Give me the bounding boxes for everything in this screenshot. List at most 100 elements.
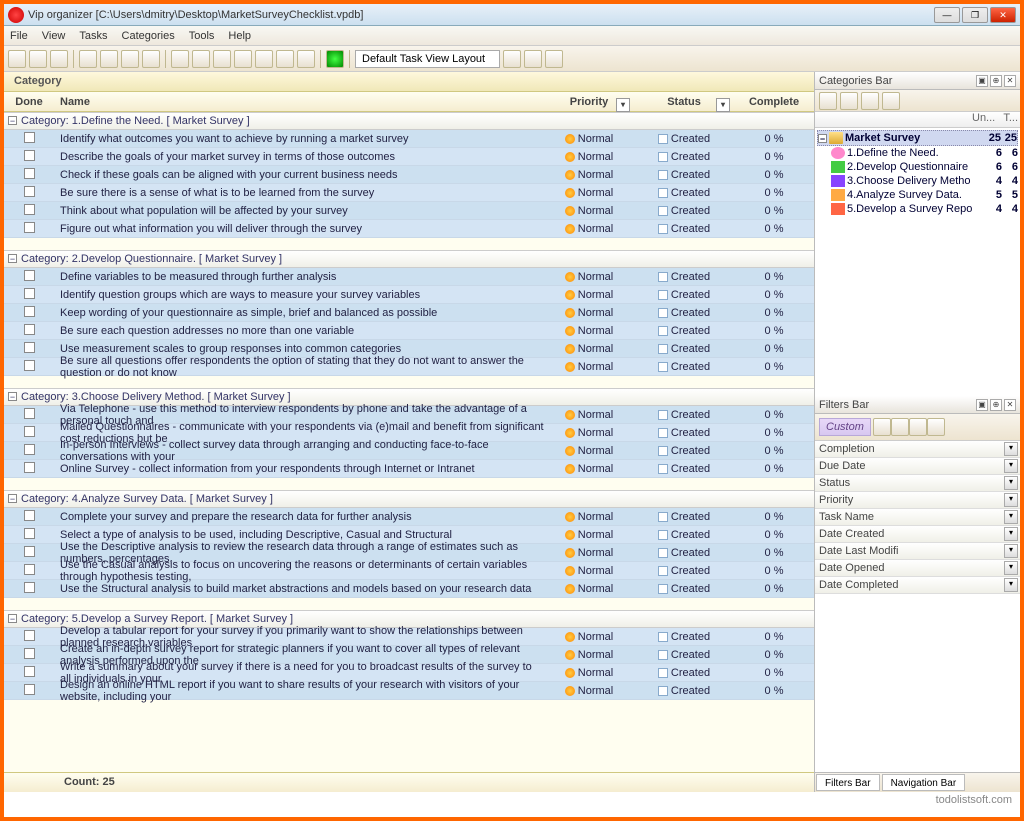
task-row[interactable]: Complete your survey and prepare the res… [4, 508, 814, 526]
checkbox[interactable] [24, 306, 35, 317]
checkbox[interactable] [24, 288, 35, 299]
col-status[interactable]: Status▾ [634, 96, 734, 108]
task-row[interactable]: In-person Interviews - collect survey da… [4, 442, 814, 460]
checkbox[interactable] [24, 582, 35, 593]
dropdown-icon[interactable]: ▾ [716, 98, 730, 112]
checkbox[interactable] [24, 324, 35, 335]
checkbox[interactable] [24, 222, 35, 233]
dropdown-icon[interactable]: ▾ [616, 98, 630, 112]
toolbar-button[interactable] [524, 50, 542, 68]
toolbar-button[interactable] [255, 50, 273, 68]
menu-tasks[interactable]: Tasks [79, 30, 107, 42]
task-row[interactable]: Describe the goals of your market survey… [4, 148, 814, 166]
toolbar-button[interactable] [171, 50, 189, 68]
filter-row[interactable]: Date Opened▾ [815, 560, 1020, 577]
toolbar-button[interactable] [545, 50, 563, 68]
toolbar-button[interactable] [503, 50, 521, 68]
panel-toolbar-button[interactable] [840, 92, 858, 110]
task-row[interactable]: Design an online HTML report if you want… [4, 682, 814, 700]
tree-item[interactable]: 5.Develop a Survey Repo44 [817, 202, 1018, 216]
panel-pin-icon[interactable]: ⊕ [990, 399, 1002, 411]
panel-toolbar-button[interactable] [819, 92, 837, 110]
task-row[interactable]: Check if these goals can be aligned with… [4, 166, 814, 184]
filter-row[interactable]: Task Name▾ [815, 509, 1020, 526]
task-row[interactable]: Be sure all questions offer respondents … [4, 358, 814, 376]
checkbox[interactable] [24, 462, 35, 473]
task-row[interactable]: Use the Casual analysis to focus on unco… [4, 562, 814, 580]
filter-toolbar-button[interactable] [909, 418, 927, 436]
toolbar-button[interactable] [142, 50, 160, 68]
checkbox[interactable] [24, 168, 35, 179]
minimize-button[interactable]: — [934, 7, 960, 23]
panel-pin-icon[interactable]: ⊕ [990, 75, 1002, 87]
filter-custom[interactable]: Custom [819, 418, 871, 436]
layout-select[interactable]: Default Task View Layout [355, 50, 500, 68]
panel-icon[interactable]: ▣ [976, 75, 988, 87]
toolbar-button[interactable] [29, 50, 47, 68]
expand-icon[interactable]: − [8, 494, 17, 503]
dropdown-icon[interactable]: ▾ [1004, 510, 1018, 524]
tree-item[interactable]: 1.Define the Need.66 [817, 146, 1018, 160]
panel-close-icon[interactable]: ✕ [1004, 75, 1016, 87]
checkbox[interactable] [24, 528, 35, 539]
task-row[interactable]: Online Survey - collect information from… [4, 460, 814, 478]
toolbar-button[interactable] [79, 50, 97, 68]
menu-tools[interactable]: Tools [189, 30, 215, 42]
checkbox[interactable] [24, 408, 35, 419]
toolbar-button[interactable] [50, 50, 68, 68]
checkbox[interactable] [24, 648, 35, 659]
expand-icon[interactable]: − [8, 254, 17, 263]
task-row[interactable]: Define variables to be measured through … [4, 268, 814, 286]
tab-navigation-bar[interactable]: Navigation Bar [882, 774, 966, 791]
checkbox[interactable] [24, 132, 35, 143]
filter-toolbar-button[interactable] [927, 418, 945, 436]
filter-row[interactable]: Completion▾ [815, 441, 1020, 458]
col-complete[interactable]: Complete [734, 96, 814, 108]
dropdown-icon[interactable]: ▾ [1004, 442, 1018, 456]
category-tab[interactable]: Category [4, 72, 72, 90]
task-row[interactable]: Use the Structural analysis to build mar… [4, 580, 814, 598]
dropdown-icon[interactable]: ▾ [1004, 459, 1018, 473]
task-row[interactable]: Be sure there is a sense of what is to b… [4, 184, 814, 202]
task-row[interactable]: Keep wording of your questionnaire as si… [4, 304, 814, 322]
checkbox[interactable] [24, 204, 35, 215]
toolbar-button[interactable] [234, 50, 252, 68]
dropdown-icon[interactable]: ▾ [1004, 561, 1018, 575]
filter-toolbar-button[interactable] [873, 418, 891, 436]
expand-icon[interactable]: − [8, 392, 17, 401]
toolbar-button[interactable] [100, 50, 118, 68]
checkbox[interactable] [24, 684, 35, 695]
checkbox[interactable] [24, 270, 35, 281]
toolbar-button[interactable] [297, 50, 315, 68]
checkbox[interactable] [24, 546, 35, 557]
checkbox[interactable] [24, 426, 35, 437]
col-name[interactable]: Name [54, 96, 544, 108]
close-button[interactable]: ✕ [990, 7, 1016, 23]
toolbar-button[interactable] [213, 50, 231, 68]
filter-row[interactable]: Status▾ [815, 475, 1020, 492]
filter-toolbar-button[interactable] [891, 418, 909, 436]
expand-icon[interactable]: − [8, 614, 17, 623]
filter-row[interactable]: Due Date▾ [815, 458, 1020, 475]
group-header[interactable]: −Category: 4.Analyze Survey Data. [ Mark… [4, 490, 814, 508]
tree-item[interactable]: 3.Choose Delivery Metho44 [817, 174, 1018, 188]
task-row[interactable]: Be sure each question addresses no more … [4, 322, 814, 340]
menu-help[interactable]: Help [228, 30, 251, 42]
dropdown-icon[interactable]: ▾ [1004, 476, 1018, 490]
dropdown-icon[interactable]: ▾ [1004, 578, 1018, 592]
toolbar-button[interactable] [276, 50, 294, 68]
task-row[interactable]: Identify question groups which are ways … [4, 286, 814, 304]
panel-close-icon[interactable]: ✕ [1004, 399, 1016, 411]
panel-toolbar-button[interactable] [861, 92, 879, 110]
menu-file[interactable]: File [10, 30, 28, 42]
task-row[interactable]: Figure out what information you will del… [4, 220, 814, 238]
dropdown-icon[interactable]: ▾ [1004, 544, 1018, 558]
toolbar-button[interactable] [8, 50, 26, 68]
toolbar-button[interactable] [326, 50, 344, 68]
filter-row[interactable]: Date Created▾ [815, 526, 1020, 543]
maximize-button[interactable]: ❐ [962, 7, 988, 23]
menu-view[interactable]: View [42, 30, 66, 42]
tree-item[interactable]: 4.Analyze Survey Data.55 [817, 188, 1018, 202]
checkbox[interactable] [24, 360, 35, 371]
expand-icon[interactable]: − [8, 116, 17, 125]
